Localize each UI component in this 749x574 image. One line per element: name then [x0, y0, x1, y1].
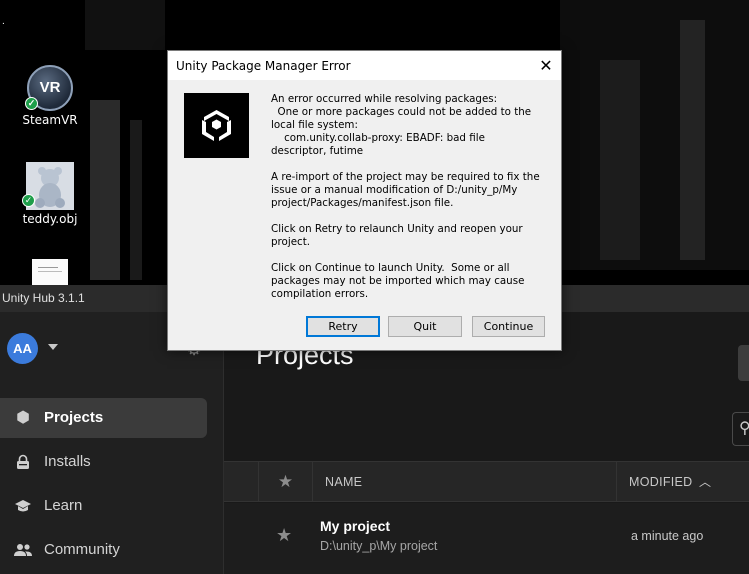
chevron-up-icon: ︿: [699, 475, 712, 489]
desktop-background-block: [560, 0, 749, 270]
chevron-down-icon[interactable]: [48, 344, 58, 350]
avatar[interactable]: AA: [7, 333, 38, 364]
sidebar-item-label: Projects: [44, 409, 104, 426]
desktop-background-block: [600, 60, 640, 260]
favorite-column-header[interactable]: ★: [258, 462, 313, 502]
sidebar-item-label: Community: [44, 541, 120, 558]
close-icon[interactable]: ✕: [532, 55, 560, 77]
column-header-name[interactable]: NAME: [325, 462, 362, 502]
desktop-icon-steamvr[interactable]: VR ✓ SteamVR: [15, 65, 85, 127]
steamvr-icon: VR ✓: [25, 65, 73, 111]
project-modified: a minute ago: [631, 529, 704, 543]
column-header-label: MODIFIED: [629, 475, 693, 489]
sync-check-icon: ✓: [25, 97, 38, 110]
lock-icon: [13, 442, 33, 482]
unity-cube-icon: [202, 110, 231, 141]
star-icon: ★: [277, 472, 294, 491]
sidebar: AA ⚙ ⬢ Projects Installs: [0, 312, 224, 574]
main-panel: Projects ⚲ ★ NAME MODIFIED ︿ ★ My projec…: [224, 312, 749, 574]
quit-button[interactable]: Quit: [388, 316, 462, 337]
sync-check-icon: ✓: [22, 194, 35, 207]
lock-shape: [17, 454, 29, 470]
graduation-cap-icon: [13, 486, 33, 526]
dialog-title: Unity Package Manager Error: [176, 59, 351, 73]
continue-button[interactable]: Continue: [472, 316, 545, 337]
project-path: D:\unity_p\My project: [320, 539, 438, 553]
desktop-background-block: [680, 20, 705, 260]
star-icon[interactable]: ★: [276, 525, 292, 546]
sidebar-item-label: Installs: [44, 453, 91, 470]
new-project-button[interactable]: [738, 345, 749, 381]
unity-logo-icon: [184, 93, 249, 158]
desktop-background-block: [130, 120, 142, 280]
error-dialog: Unity Package Manager Error ✕ An error o…: [167, 50, 562, 351]
retry-button[interactable]: Retry: [306, 316, 380, 337]
table-row[interactable]: ★ My project D:\unity_p\My project a min…: [224, 503, 749, 574]
dialog-message: An error occurred while resolving packag…: [271, 93, 540, 300]
column-header-modified[interactable]: MODIFIED ︿: [616, 462, 749, 502]
sidebar-item-community[interactable]: Community: [0, 530, 207, 570]
sidebar-item-installs[interactable]: Installs: [0, 442, 207, 482]
desktop-icon-label: teddy.obj: [22, 212, 78, 226]
search-icon: ⚲: [739, 420, 749, 437]
people-shape: [14, 544, 32, 557]
project-name[interactable]: My project: [320, 518, 390, 534]
graduation-cap-shape: [15, 500, 31, 512]
search-input[interactable]: ⚲: [732, 412, 749, 446]
sidebar-item-learn[interactable]: Learn: [0, 486, 207, 526]
desktop-icon-teddy[interactable]: ✓ teddy.obj: [15, 162, 85, 226]
desktop-background-block: [90, 100, 120, 280]
table-header: ★ NAME MODIFIED ︿: [224, 461, 749, 502]
desktop-icon-label: SteamVR: [22, 113, 78, 127]
sidebar-item-projects[interactable]: ⬢ Projects: [0, 398, 207, 438]
desktop-dot: .: [2, 16, 5, 27]
people-icon: [13, 530, 33, 570]
dialog-title-bar: Unity Package Manager Error ✕: [168, 51, 561, 80]
cube-icon: ⬢: [16, 409, 30, 426]
desktop-background-block: [85, 0, 165, 50]
teddy-model-icon: ✓: [22, 162, 74, 210]
sidebar-item-label: Learn: [44, 497, 83, 514]
